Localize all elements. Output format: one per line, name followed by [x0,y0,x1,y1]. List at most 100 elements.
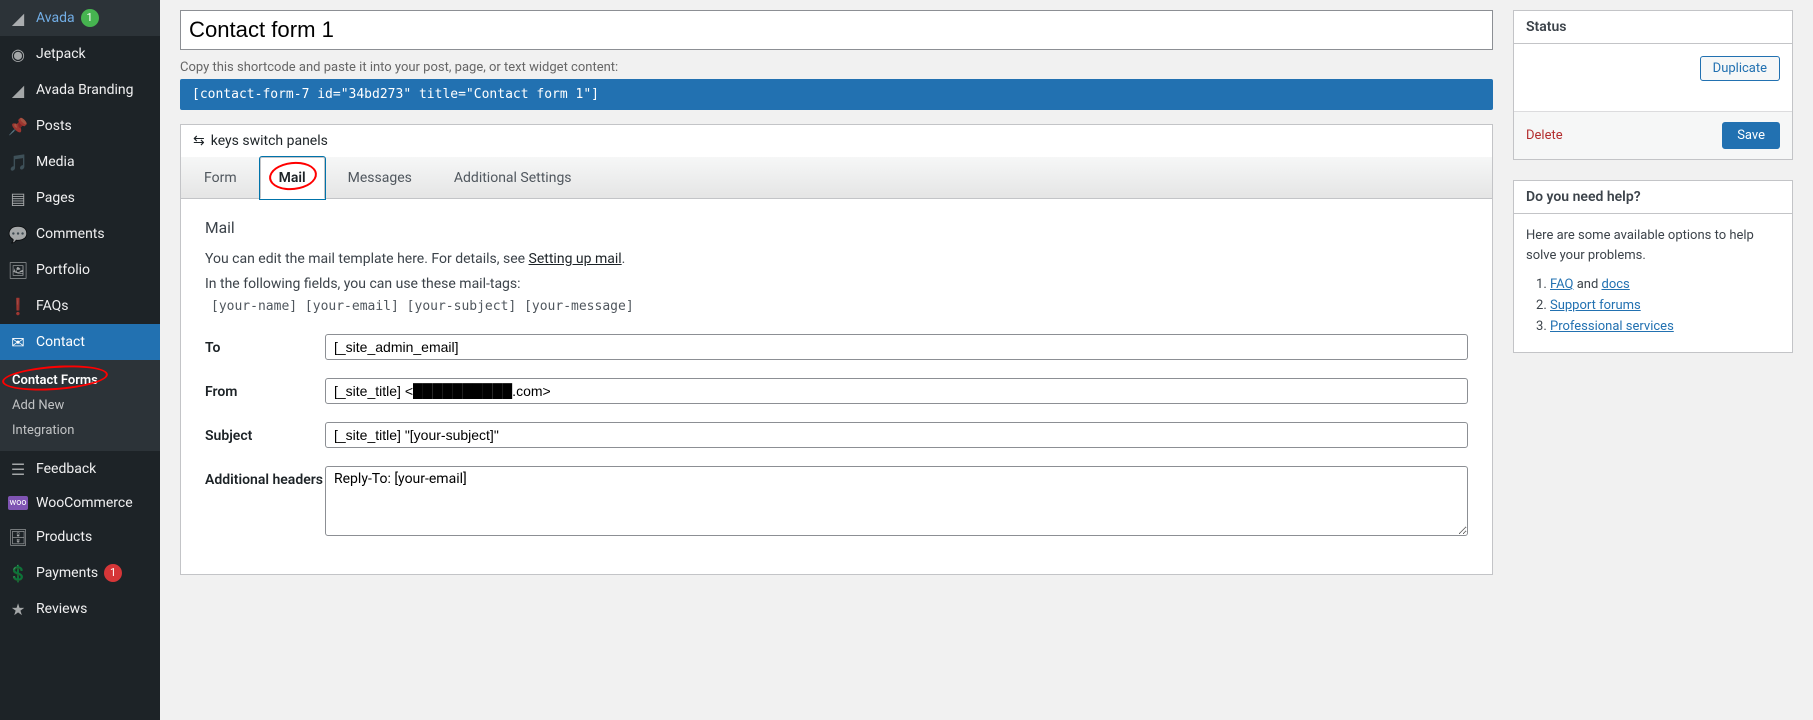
sidebar-label: Avada Branding [36,82,134,98]
status-footer: Delete Save [1514,111,1792,159]
sidebar-item-products[interactable]: 🗄 Products [0,519,160,555]
sidebar-label: Jetpack [36,46,86,62]
save-button[interactable]: Save [1722,122,1780,149]
sidebar-item-contact[interactable]: ✉ Contact [0,324,160,360]
sidebar-label: Portfolio [36,262,90,278]
form-icon: ☰ [8,459,28,479]
pages-icon: ▤ [8,188,28,208]
sidebar-label: Contact [36,334,85,350]
mail-icon: ✉ [8,332,28,352]
tab-additional-settings[interactable]: Additional Settings [435,157,591,198]
submenu-add-new[interactable]: Add New [0,393,160,418]
mail-tags-intro: In the following fields, you can use the… [205,274,1468,295]
textarea-additional-headers[interactable]: Reply-To: [your-email] [325,466,1468,536]
delete-link[interactable]: Delete [1526,128,1563,143]
sidebar-label: Posts [36,118,72,134]
form-title-input[interactable] [180,10,1493,50]
professional-services-link[interactable]: Professional services [1550,319,1674,334]
panel-switch-label: keys switch panels [211,133,328,149]
support-forums-link[interactable]: Support forums [1550,298,1641,313]
editor-panel: ⇆ keys switch panels Form Mail Messages … [180,124,1493,575]
sidebar-item-pages[interactable]: ▤ Pages [0,180,160,216]
field-row-additional-headers: Additional headers Reply-To: [your-email… [205,466,1468,536]
update-badge: 1 [81,9,99,27]
sidebar-label: Feedback [36,461,96,477]
setting-up-mail-link[interactable]: Setting up mail [529,251,622,267]
sidebar-label: Reviews [36,601,87,617]
input-to[interactable] [325,334,1468,360]
submenu-integration[interactable]: Integration [0,418,160,443]
mail-panel-body: Mail You can edit the mail template here… [181,199,1492,574]
sidebar-label: Media [36,154,75,170]
tabs-row: Form Mail Messages Additional Settings [181,157,1492,199]
sidebar-label: FAQs [36,298,69,314]
sidebar-item-avada[interactable]: ◢ Avada 1 [0,0,160,36]
label-to: To [205,334,325,356]
switch-icon: ⇆ [193,133,205,149]
help-link-item: Professional services [1550,319,1780,334]
faq-link[interactable]: FAQ [1550,277,1573,292]
help-body: Here are some available options to help … [1514,214,1792,352]
sidebar-label: Products [36,529,92,545]
shortcode-box[interactable]: [contact-form-7 id="34bd273" title="Cont… [180,79,1493,110]
sidebar-item-reviews[interactable]: ★ Reviews [0,591,160,627]
sidebar-item-feedback[interactable]: ☰ Feedback [0,451,160,487]
sidebar-item-payments[interactable]: 💲 Payments 1 [0,555,160,591]
label-additional-headers: Additional headers [205,466,325,488]
tab-messages[interactable]: Messages [329,157,431,198]
admin-sidebar: ◢ Avada 1 ◉ Jetpack ◢ Avada Branding 📌 P… [0,0,160,720]
status-body: Duplicate Delete Save [1514,44,1792,159]
field-row-subject: Subject [205,422,1468,448]
input-from[interactable] [325,378,1468,404]
sidebar-item-posts[interactable]: 📌 Posts [0,108,160,144]
tab-form[interactable]: Form [185,157,256,198]
help-text: Here are some available options to help … [1526,226,1780,265]
portfolio-icon: 🖼 [8,260,28,280]
field-row-to: To [205,334,1468,360]
status-actions: Duplicate [1526,56,1780,81]
content-column: Copy this shortcode and paste it into yo… [180,10,1493,710]
mail-description: You can edit the mail template here. For… [205,249,1468,270]
sidebar-item-media[interactable]: 🎵 Media [0,144,160,180]
payments-icon: 💲 [8,563,28,583]
main-content: Copy this shortcode and paste it into yo… [160,0,1813,720]
status-title: Status [1514,11,1792,44]
sidebar-item-portfolio[interactable]: 🖼 Portfolio [0,252,160,288]
mail-tags-list: [your-name] [your-email] [your-subject] … [205,299,1468,314]
sidebar-label: Payments [36,565,98,581]
docs-link[interactable]: docs [1602,277,1630,292]
label-subject: Subject [205,422,325,444]
contact-submenu: Contact Forms Add New Integration [0,360,160,451]
input-subject[interactable] [325,422,1468,448]
avada-icon: ◢ [8,8,28,28]
tab-mail[interactable]: Mail [260,157,325,199]
woo-icon: woo [8,496,28,510]
sidebar-label: Avada [36,10,75,26]
sidebar-item-jetpack[interactable]: ◉ Jetpack [0,36,160,72]
status-box: Status Duplicate Delete Save [1513,10,1793,160]
shortcode-description: Copy this shortcode and paste it into yo… [180,60,1493,75]
avada-icon: ◢ [8,80,28,100]
help-box: Do you need help? Here are some availabl… [1513,180,1793,353]
sidebar-label: WooCommerce [36,495,133,511]
submenu-contact-forms[interactable]: Contact Forms [0,368,160,393]
sidebar-item-avada-branding[interactable]: ◢ Avada Branding [0,72,160,108]
jetpack-icon: ◉ [8,44,28,64]
sidebar-label: Pages [36,190,75,206]
help-link-item: FAQ and docs [1550,277,1780,292]
help-links-list: FAQ and docs Support forums Professional… [1526,277,1780,334]
panel-switch-header: ⇆ keys switch panels [181,125,1492,157]
mail-heading: Mail [205,219,1468,237]
pin-icon: 📌 [8,116,28,136]
update-badge: 1 [104,564,122,582]
sidebar-label: Comments [36,226,105,242]
duplicate-button[interactable]: Duplicate [1700,56,1780,81]
label-from: From [205,378,325,400]
sidebar-item-woocommerce[interactable]: woo WooCommerce [0,487,160,519]
sidebar-item-comments[interactable]: 💬 Comments [0,216,160,252]
comments-icon: 💬 [8,224,28,244]
info-icon: ❗ [8,296,28,316]
help-link-item: Support forums [1550,298,1780,313]
media-icon: 🎵 [8,152,28,172]
sidebar-item-faqs[interactable]: ❗ FAQs [0,288,160,324]
